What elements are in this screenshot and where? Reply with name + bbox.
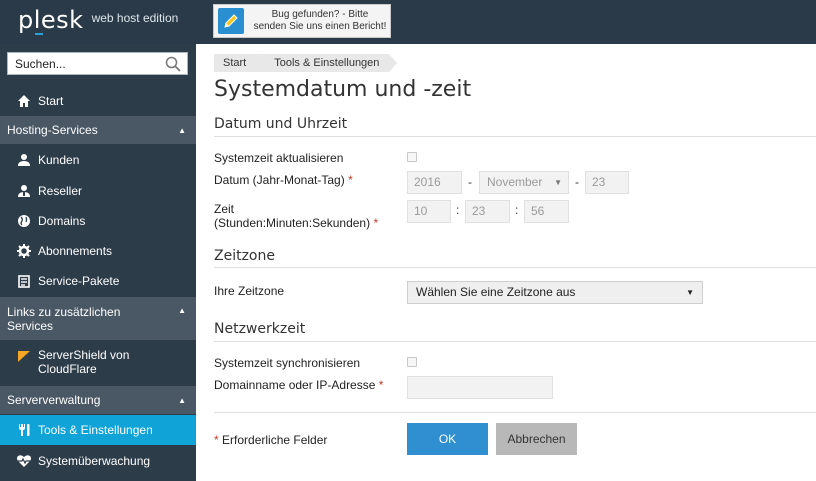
- sidebar-item-monitoring[interactable]: Systemüberwachung: [0, 446, 196, 476]
- search-box: [7, 52, 188, 75]
- sync-time-label: Systemzeit synchronisieren: [214, 356, 361, 370]
- domain-input[interactable]: [407, 376, 553, 399]
- top-bar: plesk web host edition Bug gefunden? - B…: [0, 0, 816, 44]
- update-time-label: Systemzeit aktualisieren: [214, 151, 344, 165]
- gear-icon: [16, 243, 32, 259]
- time-separator: :: [515, 203, 519, 217]
- sidebar: Start Hosting-Services ▲ Kunden Reseller…: [0, 44, 196, 481]
- second-field[interactable]: 56: [524, 200, 569, 223]
- sidebar-item-label: Service-Pakete: [38, 274, 120, 288]
- sidebar-item-label: Tools & Einstellungen: [38, 423, 153, 437]
- required-mark: *: [214, 433, 219, 447]
- date-separator: -: [575, 175, 579, 189]
- collapse-icon: ▲: [178, 395, 186, 405]
- logo-sub-text: web host edition: [91, 11, 179, 25]
- tools-icon: [16, 422, 32, 438]
- sidebar-item-reseller[interactable]: Reseller: [0, 176, 196, 206]
- domain-label: Domainname oder IP-Adresse *: [214, 378, 384, 392]
- sidebar-item-label: ServerShield von CloudFlare: [38, 348, 130, 376]
- section-title-network: Netzwerkzeit: [214, 321, 306, 337]
- divider: [214, 341, 816, 342]
- heart-pulse-icon: [16, 453, 32, 469]
- sidebar-item-abonnements[interactable]: Abonnements: [0, 236, 196, 266]
- globe-icon: [16, 213, 32, 229]
- sidebar-item-service-pakete[interactable]: Service-Pakete: [0, 266, 196, 296]
- collapse-icon: ▲: [178, 125, 186, 135]
- sidebar-group-links[interactable]: Links zu zusätzlichen Services ▲: [0, 297, 196, 340]
- breadcrumb-start[interactable]: Start: [214, 54, 265, 72]
- sidebar-item-label: Start: [38, 94, 64, 108]
- hour-field[interactable]: 10: [407, 200, 451, 223]
- update-time-checkbox[interactable]: [407, 152, 417, 162]
- month-select[interactable]: November ▼: [479, 171, 569, 194]
- collapse-icon: ▲: [178, 306, 186, 315]
- sidebar-item-label: Reseller: [38, 184, 83, 198]
- sidebar-item-start[interactable]: Start: [0, 86, 196, 116]
- divider: [214, 136, 816, 137]
- time-label: Zeit (Stunden:Minuten:Sekunden) *: [214, 202, 379, 230]
- sidebar-group-hosting[interactable]: Hosting-Services ▲: [0, 116, 196, 144]
- user-icon: [16, 152, 32, 168]
- sidebar-item-label: Abonnements: [38, 244, 113, 258]
- required-mark: *: [348, 173, 353, 187]
- minute-field[interactable]: 23: [465, 200, 510, 223]
- sidebar-item-kunden[interactable]: Kunden: [0, 145, 196, 175]
- logo-accent: [35, 33, 43, 35]
- cancel-button[interactable]: Abbrechen: [496, 423, 577, 455]
- search-input[interactable]: [8, 53, 158, 74]
- page-title: Systemdatum und -zeit: [214, 77, 472, 102]
- plesk-logo[interactable]: plesk web host edition: [18, 6, 178, 34]
- sidebar-item-label: Kunden: [38, 153, 80, 167]
- sidebar-item-tools[interactable]: Tools & Einstellungen: [0, 415, 196, 445]
- flag-icon: [16, 349, 32, 365]
- sidebar-item-label: Systemüberwachung: [38, 454, 151, 468]
- timezone-label: Ihre Zeitzone: [214, 284, 285, 298]
- sidebar-group-label: Links zu zusätzlichen Services: [7, 304, 121, 333]
- divider: [214, 267, 816, 268]
- date-separator: -: [468, 175, 472, 189]
- required-mark: *: [373, 216, 379, 230]
- reseller-icon: [16, 183, 32, 199]
- bug-report-text: Bug gefunden? - Bitte senden Sie uns ein…: [253, 9, 387, 32]
- search-icon[interactable]: [165, 56, 181, 75]
- package-icon: [16, 273, 32, 289]
- sidebar-item-servershield[interactable]: ServerShield von CloudFlare: [0, 341, 196, 385]
- timezone-select[interactable]: Wählen Sie eine Zeitzone aus ▼: [407, 281, 703, 304]
- year-field[interactable]: 2016: [407, 171, 462, 194]
- logo-main-text: plesk: [18, 6, 84, 34]
- sync-time-checkbox[interactable]: [407, 357, 417, 367]
- sidebar-group-label: Hosting-Services: [7, 123, 98, 137]
- time-separator: :: [456, 203, 460, 217]
- chevron-down-icon: ▼: [686, 288, 694, 297]
- bug-report-button[interactable]: Bug gefunden? - Bitte senden Sie uns ein…: [213, 4, 391, 38]
- sidebar-group-server[interactable]: Serververwaltung ▲: [0, 386, 196, 414]
- day-field[interactable]: 23: [585, 171, 629, 194]
- chevron-down-icon: ▼: [554, 178, 562, 187]
- pencil-icon: [218, 8, 244, 34]
- section-title-datetime: Datum und Uhrzeit: [214, 116, 348, 132]
- required-mark: *: [378, 378, 384, 392]
- sidebar-group-label: Serververwaltung: [7, 393, 101, 407]
- ok-button[interactable]: OK: [407, 423, 488, 455]
- home-icon: [16, 93, 32, 109]
- sidebar-item-domains[interactable]: Domains: [0, 206, 196, 236]
- breadcrumb-tools[interactable]: Tools & Einstellungen: [256, 54, 398, 72]
- section-title-timezone: Zeitzone: [214, 248, 275, 264]
- sidebar-item-label: Domains: [38, 214, 86, 228]
- required-fields-note: * Erforderliche Felder: [214, 433, 328, 447]
- divider: [214, 412, 816, 413]
- date-label: Datum (Jahr-Monat-Tag) *: [214, 173, 353, 187]
- breadcrumb: Start Tools & Einstellungen: [214, 54, 398, 72]
